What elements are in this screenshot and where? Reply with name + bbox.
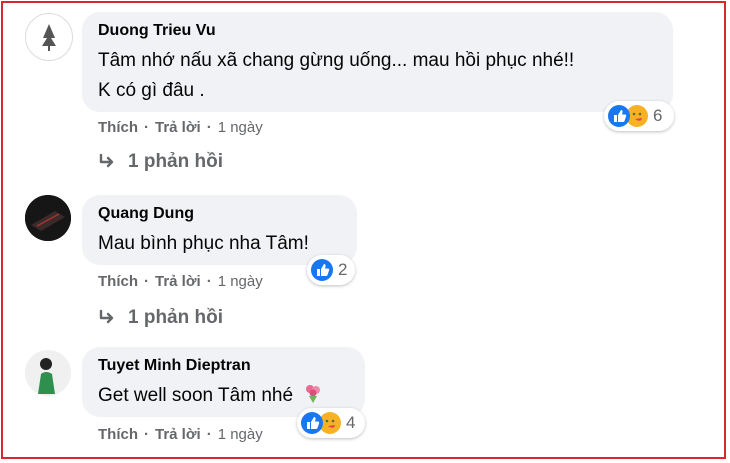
reply-arrow-icon bbox=[99, 309, 114, 324]
view-replies[interactable]: 1 phản hồi bbox=[98, 307, 223, 329]
separator: · bbox=[206, 426, 212, 443]
piano-photo bbox=[25, 195, 71, 241]
comment-text: Tâm nhớ nấu xã chang gừng uống... mau hồ… bbox=[98, 50, 575, 71]
view-replies[interactable]: 1 phản hồi bbox=[98, 151, 223, 173]
tree-logo-icon bbox=[42, 24, 56, 51]
separator: · bbox=[206, 119, 212, 136]
reaction-count: 4 bbox=[346, 413, 356, 432]
comment-text-content: Get well soon Tâm nhé bbox=[98, 385, 294, 406]
reaction-summary[interactable]: 4 bbox=[297, 408, 365, 438]
replies-label: 1 phản hồi bbox=[128, 307, 223, 328]
comment-author[interactable]: Duong Trieu Vu bbox=[98, 22, 657, 40]
avatar[interactable] bbox=[25, 13, 73, 61]
profile-photo bbox=[25, 350, 71, 396]
separator: · bbox=[144, 426, 149, 443]
like-icon bbox=[608, 105, 630, 127]
avatar[interactable] bbox=[25, 350, 71, 396]
comment-text: K có gì đâu . bbox=[98, 80, 205, 101]
reply-arrow-icon bbox=[99, 153, 114, 168]
separator: · bbox=[206, 273, 212, 290]
like-icon bbox=[311, 259, 333, 281]
comment-text: Mau bình phục nha Tâm! bbox=[98, 233, 309, 254]
like-action[interactable]: Thích bbox=[98, 426, 138, 443]
like-icon bbox=[301, 412, 323, 434]
comment-author[interactable]: Quang Dung bbox=[98, 205, 341, 223]
like-action[interactable]: Thích bbox=[98, 119, 138, 136]
comment-bubble: Duong Trieu Vu Tâm nhớ nấu xã chang gừng… bbox=[82, 12, 673, 112]
timestamp[interactable]: 1 ngày bbox=[218, 119, 263, 136]
like-action[interactable]: Thích bbox=[98, 273, 138, 290]
avatar[interactable] bbox=[25, 195, 71, 241]
comment-author[interactable]: Tuyet Minh Dieptran bbox=[98, 357, 349, 375]
comment-actions: Thích · Trả lời · 1 ngày bbox=[98, 426, 263, 443]
comment-bubble: Tuyet Minh Dieptran Get well soon Tâm nh… bbox=[82, 347, 365, 417]
reaction-count: 2 bbox=[338, 260, 348, 279]
comment-actions: Thích · Trả lời · 1 ngày bbox=[98, 273, 263, 290]
timestamp[interactable]: 1 ngày bbox=[218, 426, 263, 443]
separator: · bbox=[144, 119, 149, 136]
reaction-summary[interactable]: 6 bbox=[604, 101, 674, 131]
separator: · bbox=[144, 273, 149, 290]
timestamp[interactable]: 1 ngày bbox=[218, 273, 263, 290]
comment-actions: Thích · Trả lời · 1 ngày bbox=[98, 119, 263, 136]
replies-label: 1 phản hồi bbox=[128, 151, 223, 172]
reply-action[interactable]: Trả lời bbox=[155, 119, 201, 136]
comment-text: Get well soon Tâm nhé bbox=[98, 381, 349, 411]
comment-bubble: Quang Dung Mau bình phục nha Tâm! bbox=[82, 195, 357, 265]
reaction-count: 6 bbox=[653, 106, 663, 125]
reply-action[interactable]: Trả lời bbox=[155, 273, 201, 290]
reaction-summary[interactable]: 2 bbox=[307, 255, 355, 285]
flower-emoji bbox=[306, 385, 321, 403]
reply-action[interactable]: Trả lời bbox=[155, 426, 201, 443]
